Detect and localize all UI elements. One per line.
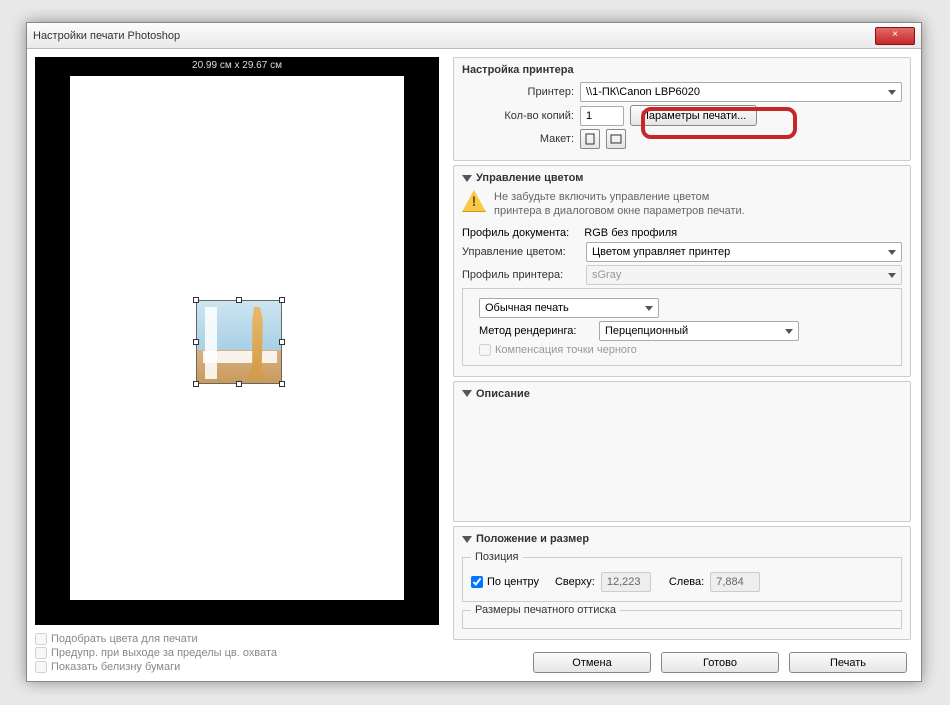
print-size-legend: Размеры печатного оттиска <box>471 604 620 616</box>
content-area: 20,99 см x 29,67 см <box>27 49 921 681</box>
position-legend: Позиция <box>471 551 523 563</box>
layout-label: Макет: <box>462 133 574 145</box>
chevron-down-icon[interactable] <box>462 536 472 543</box>
center-checkbox[interactable]: По центру <box>471 576 539 588</box>
printer-label: Принтер: <box>462 86 574 98</box>
rendering-select[interactable]: Перцепционный <box>599 321 799 341</box>
left-label: Слева: <box>669 576 704 588</box>
resize-handle[interactable] <box>236 297 242 303</box>
gamut-warn-label: Предупр. при выходе за пределы цв. охват… <box>51 647 277 659</box>
resize-handle[interactable] <box>279 297 285 303</box>
preview-checks: Подобрать цвета для печати Предупр. при … <box>35 631 439 675</box>
paper-inner <box>70 76 404 600</box>
position-fieldset: Позиция По центру Сверху: 12,223 Слева: … <box>462 551 902 602</box>
handling-label: Управление цветом: <box>462 246 580 258</box>
warning-text: Не забудьте включить управление цветомпр… <box>494 190 745 219</box>
close-button[interactable]: × <box>875 27 915 45</box>
paper-white-checkbox[interactable]: Показать белизну бумаги <box>35 661 439 673</box>
warning-icon: ! <box>462 190 486 212</box>
color-management-group: Управление цветом ! Не забудьте включить… <box>453 165 911 377</box>
landscape-icon <box>610 134 622 144</box>
black-comp-checkbox: Компенсация точки черного <box>471 344 893 356</box>
handling-select[interactable]: Цветом управляет принтер <box>586 242 902 262</box>
arrow-vertical-icon <box>205 307 217 379</box>
copies-label: Кол-во копий: <box>462 110 574 122</box>
paper-white-label: Показать белизну бумаги <box>51 661 180 673</box>
resize-handle[interactable] <box>279 339 285 345</box>
dialog-buttons: Отмена Готово Печать <box>453 644 911 681</box>
dialog-window: Настройки печати Photoshop × 20,99 см x … <box>26 22 922 682</box>
titlebar: Настройки печати Photoshop × <box>27 23 921 49</box>
orientation-landscape-button[interactable] <box>606 129 626 149</box>
chevron-down-icon[interactable] <box>462 175 472 182</box>
resize-handle[interactable] <box>193 381 199 387</box>
color-mgmt-title: Управление цветом <box>462 172 902 184</box>
copies-input[interactable]: 1 <box>580 106 624 126</box>
resize-handle[interactable] <box>193 297 199 303</box>
print-button[interactable]: Печать <box>789 652 907 673</box>
match-colors-checkbox[interactable]: Подобрать цвета для печати <box>35 633 439 645</box>
match-colors-label: Подобрать цвета для печати <box>51 633 198 645</box>
printer-setup-group: Настройка принтера Принтер: \\1-ПК\Canon… <box>453 57 911 161</box>
resize-handle[interactable] <box>279 381 285 387</box>
print-mode-fieldset: Обычная печать Метод рендеринга: Перцепц… <box>462 288 902 366</box>
position-title: Положение и размер <box>462 533 902 545</box>
gamut-warn-checkbox[interactable]: Предупр. при выходе за пределы цв. охват… <box>35 647 439 659</box>
window-title: Настройки печати Photoshop <box>33 30 180 42</box>
position-size-group: Положение и размер Позиция По центру Све… <box>453 526 911 640</box>
giraffe-icon <box>237 307 275 379</box>
description-title: Описание <box>462 388 902 400</box>
top-input: 12,223 <box>601 572 651 592</box>
arrow-horizontal-icon <box>203 351 277 363</box>
print-settings-button[interactable]: Параметры печати... <box>630 105 757 126</box>
orientation-portrait-button[interactable] <box>580 129 600 149</box>
image-thumb[interactable] <box>196 300 282 384</box>
printer-profile-label: Профиль принтера: <box>462 269 580 281</box>
print-size-fieldset: Размеры печатного оттиска <box>462 604 902 629</box>
left-panel: 20,99 см x 29,67 см <box>27 49 447 681</box>
chevron-down-icon[interactable] <box>462 390 472 397</box>
printer-select[interactable]: \\1-ПК\Canon LBP6020 <box>580 82 902 102</box>
doc-profile-label: Профиль документа: <box>462 227 569 239</box>
resize-handle[interactable] <box>193 339 199 345</box>
print-mode-select[interactable]: Обычная печать <box>479 298 659 318</box>
print-preview: 20,99 см x 29,67 см <box>35 57 439 625</box>
description-group: Описание <box>453 381 911 522</box>
done-button[interactable]: Готово <box>661 652 779 673</box>
left-input: 7,884 <box>710 572 760 592</box>
cancel-button[interactable]: Отмена <box>533 652 651 673</box>
portrait-icon <box>585 133 595 145</box>
paper <box>68 74 406 602</box>
rendering-label: Метод рендеринга: <box>479 325 593 337</box>
printer-setup-title: Настройка принтера <box>462 64 902 76</box>
top-label: Сверху: <box>555 576 595 588</box>
paper-size-label: 20,99 см x 29,67 см <box>192 57 282 74</box>
right-panel: Настройка принтера Принтер: \\1-ПК\Canon… <box>447 49 921 681</box>
doc-profile-value: RGB без профиля <box>584 227 677 239</box>
printer-profile-select: sGray <box>586 265 902 285</box>
resize-handle[interactable] <box>236 381 242 387</box>
